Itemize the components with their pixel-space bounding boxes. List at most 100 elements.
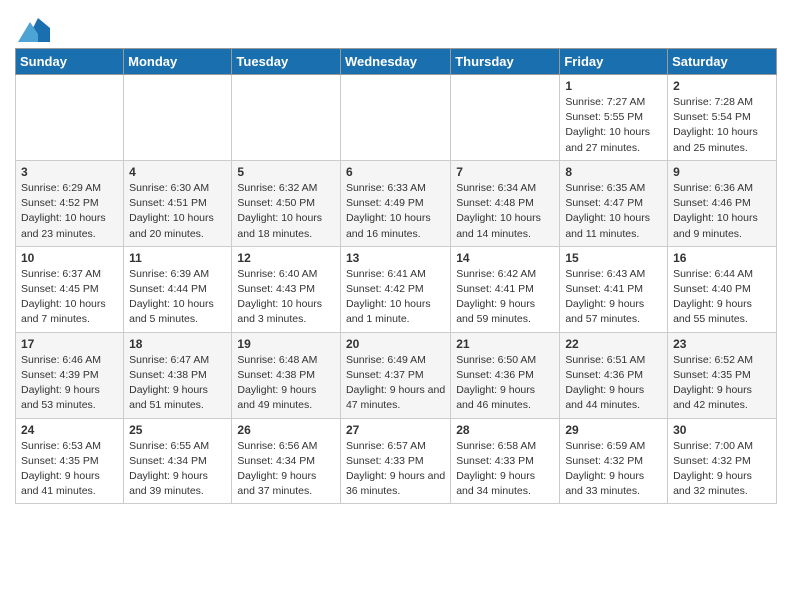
- day-number: 12: [237, 251, 335, 265]
- page-header: [15, 10, 777, 42]
- calendar-cell: 4 Sunrise: 6:30 AM Sunset: 4:51 PM Daylig…: [124, 160, 232, 246]
- calendar-cell: 9 Sunrise: 6:36 AM Sunset: 4:46 PM Daylig…: [668, 160, 777, 246]
- calendar-cell: 11 Sunrise: 6:39 AM Sunset: 4:44 PM Dayli…: [124, 246, 232, 332]
- day-info: Sunrise: 7:27 AM Sunset: 5:55 PM Dayligh…: [565, 95, 662, 156]
- calendar-cell: 1 Sunrise: 7:27 AM Sunset: 5:55 PM Daylig…: [560, 75, 668, 161]
- calendar-week-row: 3 Sunrise: 6:29 AM Sunset: 4:52 PM Daylig…: [16, 160, 777, 246]
- calendar-table: SundayMondayTuesdayWednesdayThursdayFrid…: [15, 48, 777, 504]
- calendar-cell: [451, 75, 560, 161]
- day-number: 2: [673, 79, 771, 93]
- calendar-cell: 25 Sunrise: 6:55 AM Sunset: 4:34 PM Dayli…: [124, 418, 232, 504]
- day-number: 8: [565, 165, 662, 179]
- calendar-cell: 3 Sunrise: 6:29 AM Sunset: 4:52 PM Daylig…: [16, 160, 124, 246]
- calendar-cell: 26 Sunrise: 6:56 AM Sunset: 4:34 PM Dayli…: [232, 418, 341, 504]
- weekday-header-saturday: Saturday: [668, 49, 777, 75]
- calendar-cell: [232, 75, 341, 161]
- day-number: 3: [21, 165, 118, 179]
- calendar-cell: 6 Sunrise: 6:33 AM Sunset: 4:49 PM Daylig…: [340, 160, 450, 246]
- day-info: Sunrise: 7:28 AM Sunset: 5:54 PM Dayligh…: [673, 95, 771, 156]
- day-info: Sunrise: 6:35 AM Sunset: 4:47 PM Dayligh…: [565, 181, 662, 242]
- calendar-cell: 21Sunrise: 6:50 AM Sunset: 4:36 PM Dayli…: [451, 332, 560, 418]
- day-info: Sunrise: 6:52 AM Sunset: 4:35 PM Dayligh…: [673, 353, 771, 414]
- calendar-cell: [16, 75, 124, 161]
- day-number: 15: [565, 251, 662, 265]
- weekday-header-thursday: Thursday: [451, 49, 560, 75]
- day-info: Sunrise: 6:48 AM Sunset: 4:38 PM Dayligh…: [237, 353, 335, 414]
- day-info: Sunrise: 6:42 AM Sunset: 4:41 PM Dayligh…: [456, 267, 554, 328]
- weekday-header-sunday: Sunday: [16, 49, 124, 75]
- day-info: Sunrise: 6:46 AM Sunset: 4:39 PM Dayligh…: [21, 353, 118, 414]
- calendar-cell: 23 Sunrise: 6:52 AM Sunset: 4:35 PM Dayli…: [668, 332, 777, 418]
- day-number: 17: [21, 337, 118, 351]
- day-number: 29: [565, 423, 662, 437]
- calendar-cell: 24 Sunrise: 6:53 AM Sunset: 4:35 PM Dayli…: [16, 418, 124, 504]
- day-info: Sunrise: 6:51 AM Sunset: 4:36 PM Dayligh…: [565, 353, 662, 414]
- day-number: 7: [456, 165, 554, 179]
- calendar-cell: 19 Sunrise: 6:48 AM Sunset: 4:38 PM Dayli…: [232, 332, 341, 418]
- day-info: Sunrise: 6:56 AM Sunset: 4:34 PM Dayligh…: [237, 439, 335, 500]
- day-number: 13: [346, 251, 445, 265]
- day-number: 30: [673, 423, 771, 437]
- day-info: Sunrise: 6:33 AM Sunset: 4:49 PM Dayligh…: [346, 181, 445, 242]
- calendar-cell: 16 Sunrise: 6:44 AM Sunset: 4:40 PM Dayli…: [668, 246, 777, 332]
- calendar-cell: [340, 75, 450, 161]
- day-number: 25: [129, 423, 226, 437]
- calendar-cell: 22Sunrise: 6:51 AM Sunset: 4:36 PM Dayli…: [560, 332, 668, 418]
- calendar-cell: 18Sunrise: 6:47 AM Sunset: 4:38 PM Dayli…: [124, 332, 232, 418]
- calendar-cell: 20 Sunrise: 6:49 AM Sunset: 4:37 PM Dayli…: [340, 332, 450, 418]
- weekday-header-friday: Friday: [560, 49, 668, 75]
- calendar-week-row: 10 Sunrise: 6:37 AM Sunset: 4:45 PM Dayli…: [16, 246, 777, 332]
- calendar-cell: 13 Sunrise: 6:41 AM Sunset: 4:42 PM Dayli…: [340, 246, 450, 332]
- calendar-cell: 10 Sunrise: 6:37 AM Sunset: 4:45 PM Dayli…: [16, 246, 124, 332]
- day-info: Sunrise: 6:40 AM Sunset: 4:43 PM Dayligh…: [237, 267, 335, 328]
- day-number: 28: [456, 423, 554, 437]
- weekday-header-monday: Monday: [124, 49, 232, 75]
- calendar-cell: 8 Sunrise: 6:35 AM Sunset: 4:47 PM Daylig…: [560, 160, 668, 246]
- day-number: 10: [21, 251, 118, 265]
- day-number: 5: [237, 165, 335, 179]
- logo: [15, 14, 50, 42]
- day-number: 26: [237, 423, 335, 437]
- weekday-header-row: SundayMondayTuesdayWednesdayThursdayFrid…: [16, 49, 777, 75]
- calendar-cell: 15Sunrise: 6:43 AM Sunset: 4:41 PM Dayli…: [560, 246, 668, 332]
- day-number: 14: [456, 251, 554, 265]
- day-info: Sunrise: 6:55 AM Sunset: 4:34 PM Dayligh…: [129, 439, 226, 500]
- calendar-week-row: 1 Sunrise: 7:27 AM Sunset: 5:55 PM Daylig…: [16, 75, 777, 161]
- day-number: 24: [21, 423, 118, 437]
- day-number: 1: [565, 79, 662, 93]
- day-info: Sunrise: 6:39 AM Sunset: 4:44 PM Dayligh…: [129, 267, 226, 328]
- day-info: Sunrise: 6:29 AM Sunset: 4:52 PM Dayligh…: [21, 181, 118, 242]
- day-info: Sunrise: 6:41 AM Sunset: 4:42 PM Dayligh…: [346, 267, 445, 328]
- calendar-cell: 5 Sunrise: 6:32 AM Sunset: 4:50 PM Daylig…: [232, 160, 341, 246]
- calendar-cell: 27Sunrise: 6:57 AM Sunset: 4:33 PM Dayli…: [340, 418, 450, 504]
- day-number: 11: [129, 251, 226, 265]
- day-number: 6: [346, 165, 445, 179]
- calendar-cell: 30Sunrise: 7:00 AM Sunset: 4:32 PM Dayli…: [668, 418, 777, 504]
- day-info: Sunrise: 6:44 AM Sunset: 4:40 PM Dayligh…: [673, 267, 771, 328]
- day-info: Sunrise: 6:34 AM Sunset: 4:48 PM Dayligh…: [456, 181, 554, 242]
- weekday-header-tuesday: Tuesday: [232, 49, 341, 75]
- calendar-week-row: 24 Sunrise: 6:53 AM Sunset: 4:35 PM Dayli…: [16, 418, 777, 504]
- day-info: Sunrise: 6:50 AM Sunset: 4:36 PM Dayligh…: [456, 353, 554, 414]
- calendar-cell: 28 Sunrise: 6:58 AM Sunset: 4:33 PM Dayli…: [451, 418, 560, 504]
- day-info: Sunrise: 6:36 AM Sunset: 4:46 PM Dayligh…: [673, 181, 771, 242]
- logo-icon: [18, 14, 50, 42]
- day-number: 4: [129, 165, 226, 179]
- calendar-cell: [124, 75, 232, 161]
- day-info: Sunrise: 6:32 AM Sunset: 4:50 PM Dayligh…: [237, 181, 335, 242]
- day-info: Sunrise: 6:58 AM Sunset: 4:33 PM Dayligh…: [456, 439, 554, 500]
- day-number: 9: [673, 165, 771, 179]
- day-number: 19: [237, 337, 335, 351]
- day-number: 20: [346, 337, 445, 351]
- day-number: 23: [673, 337, 771, 351]
- calendar-cell: 14 Sunrise: 6:42 AM Sunset: 4:41 PM Dayli…: [451, 246, 560, 332]
- weekday-header-wednesday: Wednesday: [340, 49, 450, 75]
- calendar-cell: 12 Sunrise: 6:40 AM Sunset: 4:43 PM Dayli…: [232, 246, 341, 332]
- day-info: Sunrise: 6:30 AM Sunset: 4:51 PM Dayligh…: [129, 181, 226, 242]
- calendar-cell: 2 Sunrise: 7:28 AM Sunset: 5:54 PM Daylig…: [668, 75, 777, 161]
- day-info: Sunrise: 6:49 AM Sunset: 4:37 PM Dayligh…: [346, 353, 445, 414]
- day-number: 18: [129, 337, 226, 351]
- day-info: Sunrise: 6:53 AM Sunset: 4:35 PM Dayligh…: [21, 439, 118, 500]
- day-number: 16: [673, 251, 771, 265]
- day-info: Sunrise: 6:37 AM Sunset: 4:45 PM Dayligh…: [21, 267, 118, 328]
